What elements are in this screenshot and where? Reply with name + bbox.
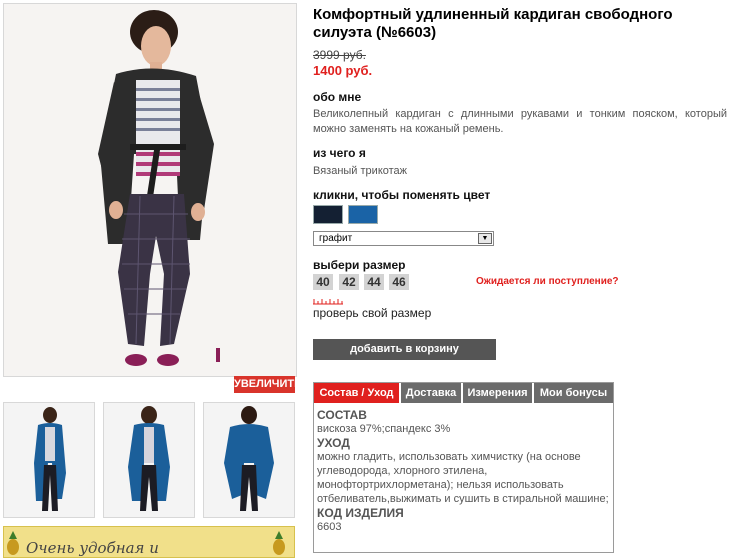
material-text: Вязаный трикотаж [313,165,408,177]
tab-measurements[interactable]: Измерения [463,383,532,403]
about-heading: обо мне [313,90,362,104]
size-option-44[interactable]: 44 [364,274,384,290]
pineapple-icon [273,531,285,555]
code-heading: КОД ИЗДЕЛИЯ [317,506,404,520]
composition-heading: СОСТАВ [317,408,367,422]
chevron-down-icon[interactable]: ▼ [478,233,492,244]
ruler-icon [313,299,343,305]
size-option-40[interactable]: 40 [313,274,333,290]
banner-text: Очень удобная и [26,539,159,557]
color-select-value: графит [319,233,353,244]
main-product-photo[interactable] [3,3,297,377]
thumbnail-1[interactable] [3,402,95,518]
old-price: 3999 руб. [313,48,366,62]
about-text: Великолепный кардиган с длинными рукавам… [313,108,727,135]
zoom-button[interactable]: УВЕЛИЧИТЬ [234,376,302,393]
tab-delivery[interactable]: Доставка [401,383,461,403]
product-title: Комфортный удлиненный кардиган свободног… [313,6,673,41]
size-check-link[interactable]: проверь свой размер [313,306,431,320]
tab-composition-care[interactable]: Состав / Уход [314,383,399,403]
color-swatch-graphite[interactable] [313,205,343,224]
color-swatch-blue[interactable] [348,205,378,224]
size-option-42[interactable]: 42 [339,274,359,290]
color-heading: кликни, чтобы поменять цвет [313,188,491,202]
composition-text: вискоза 97%;спандекс 3% [317,423,451,435]
thumbnail-2[interactable] [103,402,195,518]
size-option-46[interactable]: 46 [389,274,409,290]
color-select[interactable]: графит ▼ [313,231,494,246]
care-heading: УХОД [317,436,350,450]
thumbnail-3[interactable] [203,402,295,518]
code-value: 6603 [317,521,342,533]
add-to-cart-button[interactable]: добавить в корзину [313,339,496,360]
new-price: 1400 руб. [313,63,373,78]
pineapple-icon [7,531,19,555]
promo-banner[interactable]: Очень удобная и [3,526,295,558]
tab-content: СОСТАВ вискоза 97%;спандекс 3% УХОД можн… [317,408,609,534]
availability-link[interactable]: Ожидается ли поступление? [476,276,619,287]
care-text: можно гладить, использовать химчистку (н… [317,451,609,505]
tab-bonuses[interactable]: Мои бонусы [534,383,613,403]
size-heading: выбери размер [313,258,406,272]
material-heading: из чего я [313,146,366,160]
